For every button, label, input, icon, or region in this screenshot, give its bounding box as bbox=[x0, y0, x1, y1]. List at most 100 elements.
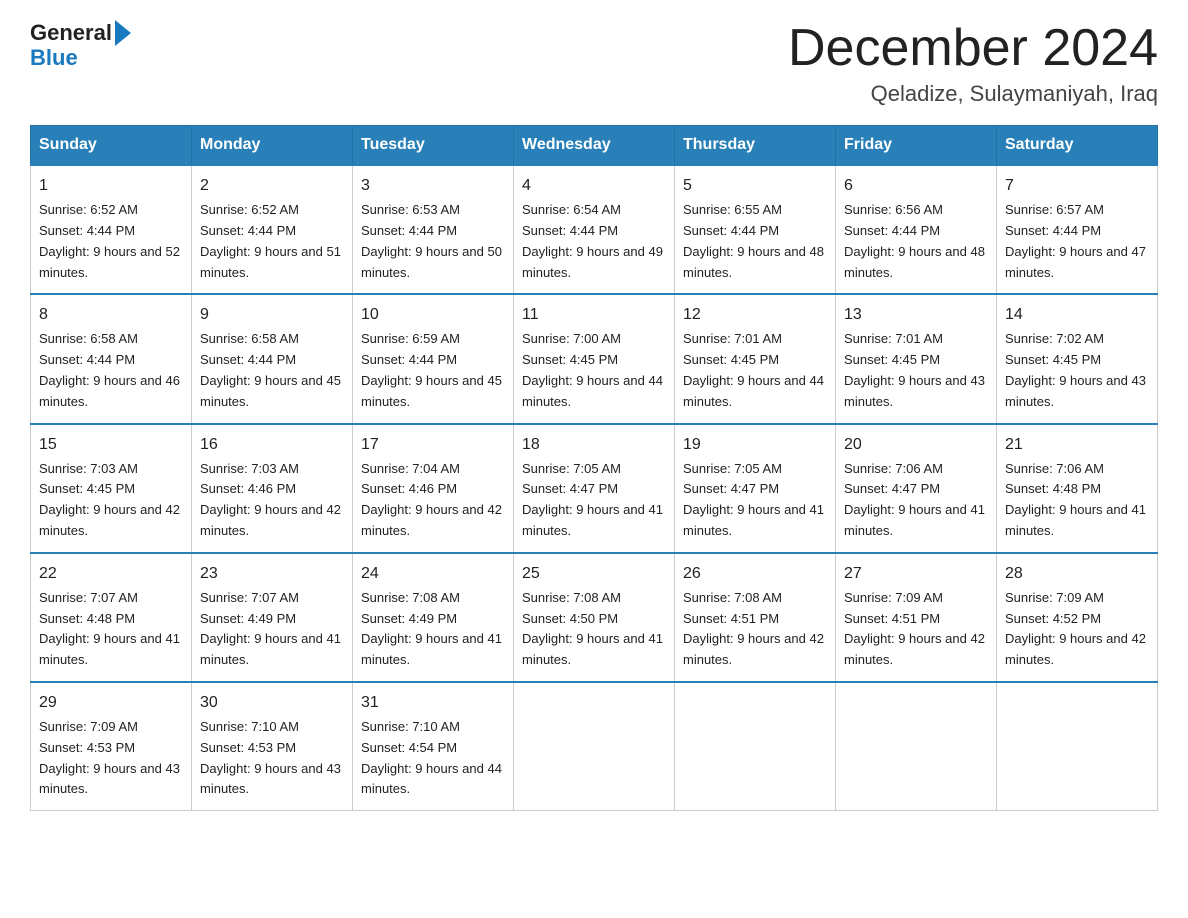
day-info: Sunrise: 7:08 AMSunset: 4:49 PMDaylight:… bbox=[361, 590, 502, 667]
day-number: 1 bbox=[39, 174, 183, 198]
day-number: 23 bbox=[200, 562, 344, 586]
day-number: 6 bbox=[844, 174, 988, 198]
calendar-cell: 22 Sunrise: 7:07 AMSunset: 4:48 PMDayligh… bbox=[31, 553, 192, 682]
calendar-body: 1 Sunrise: 6:52 AMSunset: 4:44 PMDaylight… bbox=[31, 165, 1158, 810]
day-number: 22 bbox=[39, 562, 183, 586]
day-info: Sunrise: 7:10 AMSunset: 4:54 PMDaylight:… bbox=[361, 719, 502, 796]
day-number: 26 bbox=[683, 562, 827, 586]
day-number: 13 bbox=[844, 303, 988, 327]
day-number: 16 bbox=[200, 433, 344, 457]
day-info: Sunrise: 7:01 AMSunset: 4:45 PMDaylight:… bbox=[844, 331, 985, 408]
day-info: Sunrise: 6:53 AMSunset: 4:44 PMDaylight:… bbox=[361, 202, 502, 279]
calendar-week-row: 8 Sunrise: 6:58 AMSunset: 4:44 PMDaylight… bbox=[31, 294, 1158, 423]
logo: General Blue bbox=[30, 20, 131, 70]
day-info: Sunrise: 7:03 AMSunset: 4:46 PMDaylight:… bbox=[200, 461, 341, 538]
day-info: Sunrise: 7:02 AMSunset: 4:45 PMDaylight:… bbox=[1005, 331, 1146, 408]
day-info: Sunrise: 7:04 AMSunset: 4:46 PMDaylight:… bbox=[361, 461, 502, 538]
calendar-cell: 4 Sunrise: 6:54 AMSunset: 4:44 PMDaylight… bbox=[514, 165, 675, 294]
day-number: 5 bbox=[683, 174, 827, 198]
day-info: Sunrise: 6:57 AMSunset: 4:44 PMDaylight:… bbox=[1005, 202, 1146, 279]
calendar-cell: 6 Sunrise: 6:56 AMSunset: 4:44 PMDaylight… bbox=[836, 165, 997, 294]
day-info: Sunrise: 6:52 AMSunset: 4:44 PMDaylight:… bbox=[200, 202, 341, 279]
day-info: Sunrise: 7:09 AMSunset: 4:52 PMDaylight:… bbox=[1005, 590, 1146, 667]
logo-arrow-icon bbox=[115, 20, 131, 46]
day-number: 25 bbox=[522, 562, 666, 586]
calendar-cell: 7 Sunrise: 6:57 AMSunset: 4:44 PMDaylight… bbox=[997, 165, 1158, 294]
day-info: Sunrise: 6:54 AMSunset: 4:44 PMDaylight:… bbox=[522, 202, 663, 279]
calendar-cell bbox=[997, 682, 1158, 811]
calendar-cell: 9 Sunrise: 6:58 AMSunset: 4:44 PMDaylight… bbox=[192, 294, 353, 423]
calendar-cell: 30 Sunrise: 7:10 AMSunset: 4:53 PMDayligh… bbox=[192, 682, 353, 811]
logo-text-blue: Blue bbox=[30, 45, 78, 70]
day-number: 4 bbox=[522, 174, 666, 198]
day-info: Sunrise: 7:06 AMSunset: 4:47 PMDaylight:… bbox=[844, 461, 985, 538]
day-number: 15 bbox=[39, 433, 183, 457]
day-number: 30 bbox=[200, 691, 344, 715]
logo-text-black: General bbox=[30, 21, 112, 45]
day-number: 3 bbox=[361, 174, 505, 198]
day-info: Sunrise: 7:05 AMSunset: 4:47 PMDaylight:… bbox=[683, 461, 824, 538]
calendar-cell: 10 Sunrise: 6:59 AMSunset: 4:44 PMDayligh… bbox=[353, 294, 514, 423]
day-header-saturday: Saturday bbox=[997, 126, 1158, 166]
day-number: 7 bbox=[1005, 174, 1149, 198]
day-info: Sunrise: 7:09 AMSunset: 4:53 PMDaylight:… bbox=[39, 719, 180, 796]
calendar-cell: 19 Sunrise: 7:05 AMSunset: 4:47 PMDayligh… bbox=[675, 424, 836, 553]
day-header-friday: Friday bbox=[836, 126, 997, 166]
calendar-cell: 25Sunrise: 7:08 AMSunset: 4:50 PMDayligh… bbox=[514, 553, 675, 682]
day-number: 28 bbox=[1005, 562, 1149, 586]
day-info: Sunrise: 6:58 AMSunset: 4:44 PMDaylight:… bbox=[39, 331, 180, 408]
page-header: General Blue December 2024 Qeladize, Sul… bbox=[30, 20, 1158, 107]
day-number: 14 bbox=[1005, 303, 1149, 327]
calendar-cell: 8 Sunrise: 6:58 AMSunset: 4:44 PMDaylight… bbox=[31, 294, 192, 423]
day-info: Sunrise: 6:55 AMSunset: 4:44 PMDaylight:… bbox=[683, 202, 824, 279]
month-title: December 2024 bbox=[788, 20, 1158, 77]
calendar-cell: 24Sunrise: 7:08 AMSunset: 4:49 PMDayligh… bbox=[353, 553, 514, 682]
calendar-cell: 29 Sunrise: 7:09 AMSunset: 4:53 PMDayligh… bbox=[31, 682, 192, 811]
calendar-cell: 20 Sunrise: 7:06 AMSunset: 4:47 PMDayligh… bbox=[836, 424, 997, 553]
calendar-cell: 27 Sunrise: 7:09 AMSunset: 4:51 PMDayligh… bbox=[836, 553, 997, 682]
day-number: 17 bbox=[361, 433, 505, 457]
day-info: Sunrise: 7:09 AMSunset: 4:51 PMDaylight:… bbox=[844, 590, 985, 667]
calendar-cell bbox=[836, 682, 997, 811]
day-info: Sunrise: 7:07 AMSunset: 4:48 PMDaylight:… bbox=[39, 590, 180, 667]
day-number: 19 bbox=[683, 433, 827, 457]
calendar-table: SundayMondayTuesdayWednesdayThursdayFrid… bbox=[30, 125, 1158, 811]
title-block: December 2024 Qeladize, Sulaymaniyah, Ir… bbox=[788, 20, 1158, 107]
calendar-week-row: 15 Sunrise: 7:03 AMSunset: 4:45 PMDayligh… bbox=[31, 424, 1158, 553]
day-number: 12 bbox=[683, 303, 827, 327]
day-number: 18 bbox=[522, 433, 666, 457]
day-number: 29 bbox=[39, 691, 183, 715]
day-number: 10 bbox=[361, 303, 505, 327]
day-info: Sunrise: 6:58 AMSunset: 4:44 PMDaylight:… bbox=[200, 331, 341, 408]
calendar-cell: 23Sunrise: 7:07 AMSunset: 4:49 PMDayligh… bbox=[192, 553, 353, 682]
calendar-week-row: 1 Sunrise: 6:52 AMSunset: 4:44 PMDaylight… bbox=[31, 165, 1158, 294]
calendar-cell: 16 Sunrise: 7:03 AMSunset: 4:46 PMDayligh… bbox=[192, 424, 353, 553]
day-info: Sunrise: 6:52 AMSunset: 4:44 PMDaylight:… bbox=[39, 202, 180, 279]
day-header-monday: Monday bbox=[192, 126, 353, 166]
day-header-thursday: Thursday bbox=[675, 126, 836, 166]
day-number: 9 bbox=[200, 303, 344, 327]
day-number: 31 bbox=[361, 691, 505, 715]
day-info: Sunrise: 7:03 AMSunset: 4:45 PMDaylight:… bbox=[39, 461, 180, 538]
day-header-tuesday: Tuesday bbox=[353, 126, 514, 166]
calendar-cell: 13 Sunrise: 7:01 AMSunset: 4:45 PMDayligh… bbox=[836, 294, 997, 423]
day-number: 8 bbox=[39, 303, 183, 327]
day-number: 20 bbox=[844, 433, 988, 457]
calendar-header-row: SundayMondayTuesdayWednesdayThursdayFrid… bbox=[31, 126, 1158, 166]
day-info: Sunrise: 6:56 AMSunset: 4:44 PMDaylight:… bbox=[844, 202, 985, 279]
day-info: Sunrise: 7:08 AMSunset: 4:51 PMDaylight:… bbox=[683, 590, 824, 667]
day-header-wednesday: Wednesday bbox=[514, 126, 675, 166]
calendar-cell bbox=[675, 682, 836, 811]
calendar-cell: 3 Sunrise: 6:53 AMSunset: 4:44 PMDaylight… bbox=[353, 165, 514, 294]
calendar-cell: 12Sunrise: 7:01 AMSunset: 4:45 PMDayligh… bbox=[675, 294, 836, 423]
calendar-cell: 1 Sunrise: 6:52 AMSunset: 4:44 PMDaylight… bbox=[31, 165, 192, 294]
day-number: 21 bbox=[1005, 433, 1149, 457]
calendar-cell: 15 Sunrise: 7:03 AMSunset: 4:45 PMDayligh… bbox=[31, 424, 192, 553]
day-number: 27 bbox=[844, 562, 988, 586]
calendar-cell: 18Sunrise: 7:05 AMSunset: 4:47 PMDayligh… bbox=[514, 424, 675, 553]
day-info: Sunrise: 7:10 AMSunset: 4:53 PMDaylight:… bbox=[200, 719, 341, 796]
day-info: Sunrise: 6:59 AMSunset: 4:44 PMDaylight:… bbox=[361, 331, 502, 408]
calendar-week-row: 22 Sunrise: 7:07 AMSunset: 4:48 PMDayligh… bbox=[31, 553, 1158, 682]
calendar-cell: 11Sunrise: 7:00 AMSunset: 4:45 PMDayligh… bbox=[514, 294, 675, 423]
day-info: Sunrise: 7:00 AMSunset: 4:45 PMDaylight:… bbox=[522, 331, 663, 408]
